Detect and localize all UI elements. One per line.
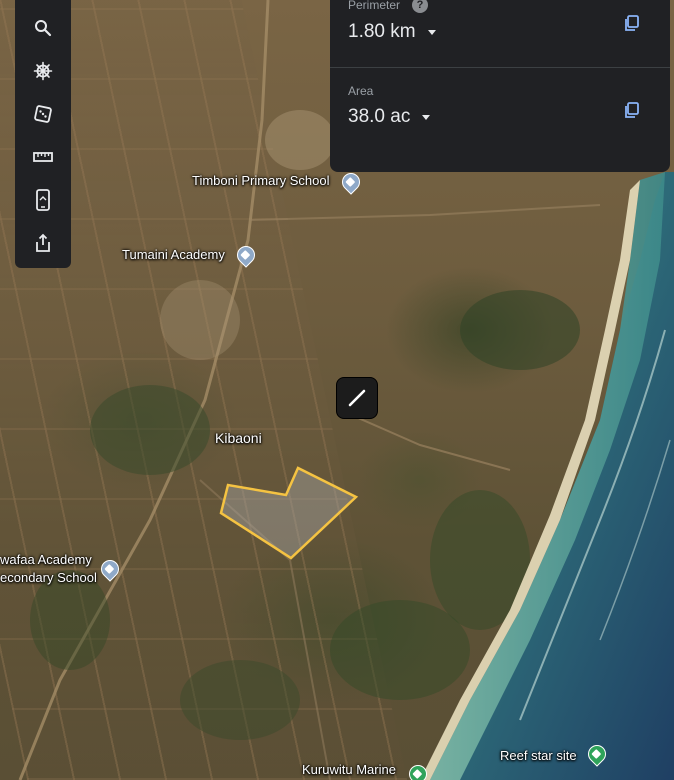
perimeter-value: 1.80 km (348, 21, 416, 42)
area-value: 38.0 ac (348, 106, 411, 127)
place-label-tumaini[interactable]: Tumaini Academy (122, 247, 225, 262)
perimeter-label: Perimeter (348, 0, 401, 12)
share-button[interactable] (23, 223, 63, 263)
place-label-kibaoni[interactable]: Kibaoni (215, 430, 262, 446)
place-label-timboni[interactable]: Timboni Primary School (192, 173, 330, 188)
copy-perimeter-icon[interactable] (622, 13, 642, 33)
area-metric: Area 38.0 ac (348, 84, 658, 128)
help-icon[interactable]: ? (412, 0, 429, 13)
dice-icon (34, 105, 52, 123)
phone-icon (36, 189, 50, 211)
voyager-button[interactable] (23, 51, 63, 91)
place-label-reef-star[interactable]: Reef star site (500, 748, 577, 763)
ruler-icon (33, 152, 53, 162)
perimeter-metric: Perimeter ? 1.80 km (348, 0, 658, 43)
area-unit-dropdown-icon[interactable] (422, 114, 431, 120)
mobile-button[interactable] (23, 180, 63, 220)
panel-divider (330, 67, 670, 68)
ship-wheel-icon (33, 61, 53, 81)
copy-area-icon[interactable] (622, 100, 642, 120)
feeling-lucky-button[interactable] (23, 94, 63, 134)
road-east (339, 409, 511, 471)
perimeter-unit-dropdown-icon[interactable] (427, 29, 436, 35)
left-toolbar (15, 0, 71, 268)
search-button[interactable] (23, 8, 63, 48)
search-icon (35, 20, 52, 37)
measure-panel: Perimeter ? 1.80 km Area 38.0 ac (330, 0, 670, 172)
place-label-wafaa-line1[interactable]: wafaa Academy (0, 552, 92, 567)
place-label-wafaa-line2[interactable]: econdary School (0, 570, 97, 585)
measured-area-polygon (219, 466, 359, 560)
area-label: Area (348, 84, 374, 98)
measure-button[interactable] (23, 137, 63, 177)
road-north (249, 204, 601, 221)
edit-shape-button[interactable] (336, 377, 378, 419)
place-label-kuruwitu[interactable]: Kuruwitu Marine (302, 762, 396, 777)
share-icon (36, 233, 50, 252)
edit-pencil-icon (348, 389, 366, 407)
